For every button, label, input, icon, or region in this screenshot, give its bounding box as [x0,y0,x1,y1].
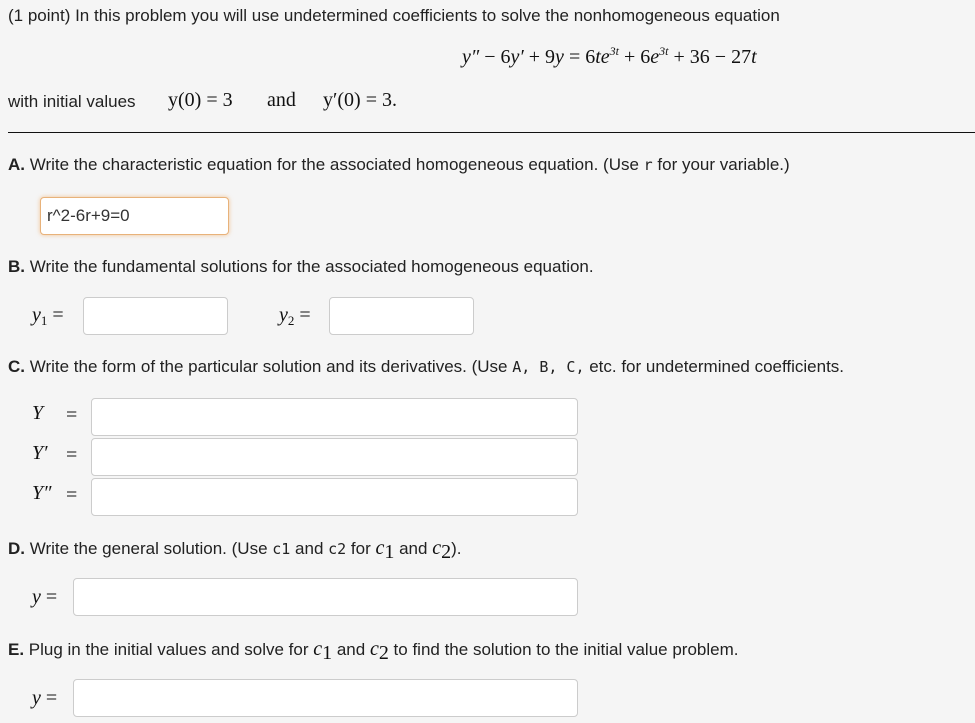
Ypp-label: Y″ [32,482,51,505]
part-e-prompt: E. Plug in the initial values and solve … [8,638,739,664]
part-c-text: Write the form of the particular solutio… [25,357,513,376]
part-e-text: to find the solution to the initial valu… [388,640,739,659]
part-a-letter: A. [8,155,25,174]
Y-symbol: Y [32,402,44,424]
equals-sign: = [45,586,58,608]
part-d-prompt: D. Write the general solution. (Use c1 a… [8,537,462,563]
equals-sign: = [45,687,58,709]
y1-input[interactable] [83,297,228,335]
Y-double-prime-input[interactable] [91,478,578,516]
part-d-text: ). [451,539,462,558]
y2-label: y2 = [279,304,311,327]
eq-te: te [595,46,610,68]
y1-symbol: y [32,304,41,326]
ivp-solution-input[interactable] [73,679,578,717]
part-a-text-after: for your variable.) [652,155,790,174]
part-c-letter: C. [8,357,25,376]
part-a-prompt: A. Write the characteristic equation for… [8,155,790,175]
part-b-letter: B. [8,257,25,276]
part-d-code: c1 [272,540,291,558]
Y-prime-input[interactable] [91,438,578,476]
divider [8,132,975,133]
c2-subscript: 2 [378,642,389,664]
c1-symbol: c [313,638,323,660]
ic1-text: y(0) = 3 [168,89,233,111]
Ypp-symbol: Y″ [32,482,52,504]
main-equation: y″ − 6y′ + 9y = 6te3t + 6e3t + 36 − 27t [462,44,757,69]
Y-label: Y [32,402,43,425]
general-solution-input[interactable] [73,578,578,616]
c1-subscript: 1 [384,541,395,563]
equals-sign: = [66,404,78,426]
y-symbol: y [32,586,41,608]
Y-input[interactable] [91,398,578,436]
eq-term: + 6 [619,46,651,68]
part-d-text: Write the general solution. (Use [25,539,273,558]
y2-symbol: y [279,304,288,326]
eq-exponent: 3t [659,44,669,58]
y1-subscript: 1 [40,313,48,328]
part-e-text: Plug in the initial values and solve for [24,640,314,659]
part-a-var: r [643,156,653,174]
c2-symbol: c [369,638,379,660]
and-word: and [267,89,296,111]
eq-t: t [751,46,757,68]
c2-subscript: 2 [441,541,452,563]
eq-y: y [555,46,564,68]
ivp-solution-label: y = [32,687,57,710]
general-solution-label: y = [32,586,57,609]
eq-y-prime: y′ [510,46,524,68]
part-a-text: Write the characteristic equation for th… [25,155,644,174]
eq-term: = 6 [563,46,596,68]
eq-exponent: 3t [609,44,619,58]
part-d-text: and [394,539,433,558]
part-c-text-after: etc. for undetermined coefficients. [584,357,845,376]
equals-sign: = [52,304,64,326]
part-d-text: and [290,539,329,558]
part-c-prompt: C. Write the form of the particular solu… [8,357,844,377]
part-c-coeffs: A, B, C, [512,358,585,376]
Yp-label: Y′ [32,442,48,465]
part-d-letter: D. [8,539,25,558]
part-b-prompt: B. Write the fundamental solutions for t… [8,257,594,277]
y1-label: y1 = [32,304,64,327]
y2-input[interactable] [329,297,474,335]
equals-sign: = [66,484,78,506]
equals-sign: = [299,304,311,326]
initial-condition-1: y(0) = 3 [168,89,233,112]
eq-term: + 36 − 27 [668,46,752,68]
eq-y-double-prime: y″ [462,46,480,68]
y-symbol: y [32,687,41,709]
problem-intro: (1 point) In this problem you will use u… [8,6,780,25]
part-e-text: and [332,640,370,659]
part-d-text: for [346,539,376,558]
eq-e: e [650,46,660,68]
initial-values-label: with initial values [8,92,136,111]
part-b-text: Write the fundamental solutions for the … [25,257,594,276]
part-e-letter: E. [8,640,25,659]
eq-term: + 9 [523,46,556,68]
part-d-code: c2 [328,540,347,558]
characteristic-equation-input[interactable] [40,197,229,235]
equals-sign: = [66,444,78,466]
Yp-symbol: Y′ [32,442,48,464]
y2-subscript: 2 [287,313,295,328]
ic2-text: y′(0) = 3. [323,89,397,111]
c2-symbol: c [432,537,442,559]
initial-condition-2: y′(0) = 3. [323,89,397,112]
eq-term: − 6 [479,46,511,68]
c1-subscript: 1 [322,642,333,664]
